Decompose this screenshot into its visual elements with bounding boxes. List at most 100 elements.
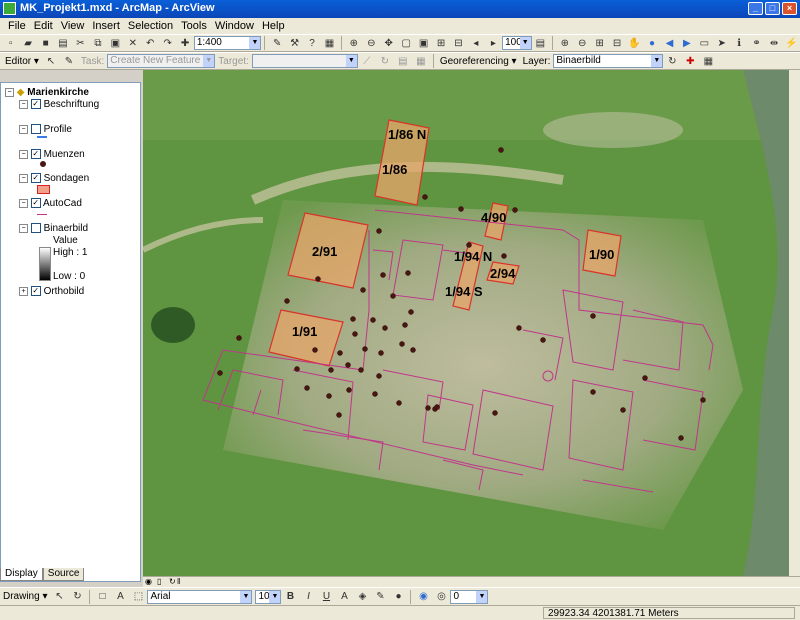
font-size-dropdown[interactable]: 10 ▼: [255, 589, 282, 604]
sketch-properties-icon[interactable]: ▦: [413, 54, 429, 68]
coin-point[interactable]: [382, 325, 388, 331]
tab-source[interactable]: Source: [42, 568, 85, 581]
coin-point[interactable]: [678, 435, 684, 441]
select-elements-icon[interactable]: ➤: [714, 36, 729, 50]
toc-layer-sondagen[interactable]: − ✓ Sondagen: [19, 173, 89, 184]
coin-point[interactable]: [370, 317, 376, 323]
menu-view[interactable]: View: [57, 20, 89, 32]
coin-point[interactable]: [376, 373, 382, 379]
map-label[interactable]: 4/90: [481, 210, 506, 225]
maximize-button[interactable]: □: [765, 2, 780, 15]
collapse-icon[interactable]: −: [19, 223, 28, 233]
tab-display[interactable]: Display: [0, 568, 43, 581]
coin-point[interactable]: [492, 410, 498, 416]
arctoolbox-icon[interactable]: ⚒: [287, 36, 302, 50]
whats-this-icon[interactable]: ?: [304, 36, 319, 50]
split-tool-icon[interactable]: ⟋: [359, 54, 375, 68]
rotation-angle-field[interactable]: 0 ▼: [450, 589, 489, 604]
coin-point[interactable]: [346, 387, 352, 393]
full-extent-icon[interactable]: ●: [644, 36, 659, 50]
collapse-icon[interactable]: −: [19, 124, 28, 134]
layer-checkbox[interactable]: ✓: [30, 286, 41, 297]
coin-point[interactable]: [360, 287, 366, 293]
coin-point[interactable]: [362, 346, 368, 352]
edit-tool-icon[interactable]: ↖: [43, 54, 59, 68]
map-label[interactable]: 2/94: [490, 266, 516, 281]
redo-icon[interactable]: ↷: [160, 36, 175, 50]
coin-point[interactable]: [458, 206, 464, 212]
coin-point[interactable]: [390, 293, 396, 299]
refresh-icon[interactable]: ↻: [169, 577, 176, 586]
coin-point[interactable]: [396, 400, 402, 406]
command-line-icon[interactable]: ▦: [322, 36, 337, 50]
copy-icon[interactable]: ⧉: [90, 36, 105, 50]
select-elements-icon[interactable]: ↖: [51, 590, 67, 604]
measure-icon[interactable]: ⇹: [766, 36, 781, 50]
editor-toolbar-icon[interactable]: ✎: [269, 36, 284, 50]
coin-point[interactable]: [590, 389, 596, 395]
coin-point[interactable]: [540, 337, 546, 343]
back-arrow-icon[interactable]: ◀: [662, 36, 677, 50]
map-label[interactable]: 1/90: [589, 247, 614, 262]
menu-selection[interactable]: Selection: [124, 20, 177, 32]
coin-point[interactable]: [336, 412, 342, 418]
map-label[interactable]: 1/91: [292, 324, 317, 339]
coin-point[interactable]: [620, 407, 626, 413]
menu-window[interactable]: Window: [211, 20, 258, 32]
collapse-icon[interactable]: −: [19, 198, 28, 208]
toc-root[interactable]: − ◆ Marienkirche: [5, 87, 89, 98]
fixed-zoom-in-map-icon[interactable]: ⊞: [592, 36, 607, 50]
coin-point[interactable]: [590, 313, 596, 319]
menu-file[interactable]: File: [4, 20, 30, 32]
coin-point[interactable]: [405, 270, 411, 276]
layer-checkbox[interactable]: ✓: [30, 149, 41, 160]
georeferencing-menu[interactable]: Georeferencing ▾: [440, 56, 517, 67]
map-vertical-scrollbar[interactable]: [789, 70, 800, 576]
paste-icon[interactable]: ▣: [108, 36, 123, 50]
pan-icon[interactable]: ✋: [627, 36, 642, 50]
collapse-icon[interactable]: −: [19, 173, 28, 183]
layer-checkbox[interactable]: ✓: [30, 173, 41, 184]
coin-point[interactable]: [217, 370, 223, 376]
coin-point[interactable]: [642, 375, 648, 381]
collapse-icon[interactable]: −: [19, 99, 28, 109]
coin-point[interactable]: [466, 242, 472, 248]
map-label[interactable]: 1/86 N: [388, 127, 426, 142]
add-data-icon[interactable]: ✚: [177, 36, 192, 50]
coin-point[interactable]: [516, 325, 522, 331]
map-label[interactable]: 1/94 N: [454, 249, 492, 264]
expand-icon[interactable]: +: [19, 286, 28, 296]
zoom-out-icon[interactable]: ⊖: [575, 36, 590, 50]
map-label[interactable]: 1/94 S: [445, 284, 483, 299]
next-extent-icon[interactable]: ▸: [486, 36, 501, 50]
coin-point[interactable]: [345, 362, 351, 368]
coin-point[interactable]: [399, 341, 405, 347]
text-tool-icon[interactable]: A: [112, 590, 128, 604]
menu-edit[interactable]: Edit: [30, 20, 57, 32]
map-scale-field[interactable]: 1:400 ▼: [193, 36, 262, 50]
hyperlink-icon[interactable]: ⚡: [784, 36, 799, 50]
target-dropdown[interactable]: ▼: [251, 54, 358, 68]
coin-point[interactable]: [410, 347, 416, 353]
coin-point[interactable]: [326, 393, 332, 399]
coin-point[interactable]: [425, 405, 431, 411]
attributes-icon[interactable]: ▤: [395, 54, 411, 68]
toc-layer-profile[interactable]: − Profile: [19, 124, 72, 135]
zoom-out-layout-icon[interactable]: ⊖: [364, 36, 379, 50]
fill-color-icon[interactable]: ◈: [354, 590, 370, 604]
save-icon[interactable]: ■: [38, 36, 53, 50]
coin-point[interactable]: [422, 194, 428, 200]
toc-layer-binaerbild[interactable]: − Binaerbild: [19, 223, 88, 234]
zoom-in-layout-icon[interactable]: ⊕: [346, 36, 361, 50]
toc-layer-beschriftung[interactable]: − ✓ Beschriftung: [19, 99, 99, 110]
pan-layout-icon[interactable]: ✥: [381, 36, 396, 50]
coin-point[interactable]: [434, 404, 440, 410]
coin-point[interactable]: [315, 276, 321, 282]
coin-point[interactable]: [498, 147, 504, 153]
find-icon[interactable]: ⚭: [749, 36, 764, 50]
zoom-in-icon[interactable]: ⊕: [557, 36, 572, 50]
layer-checkbox[interactable]: [30, 124, 41, 135]
layout-zoom-field[interactable]: 100% ▼: [502, 36, 532, 50]
layout-view-icon[interactable]: ▯: [157, 577, 161, 586]
coin-point[interactable]: [358, 367, 364, 373]
